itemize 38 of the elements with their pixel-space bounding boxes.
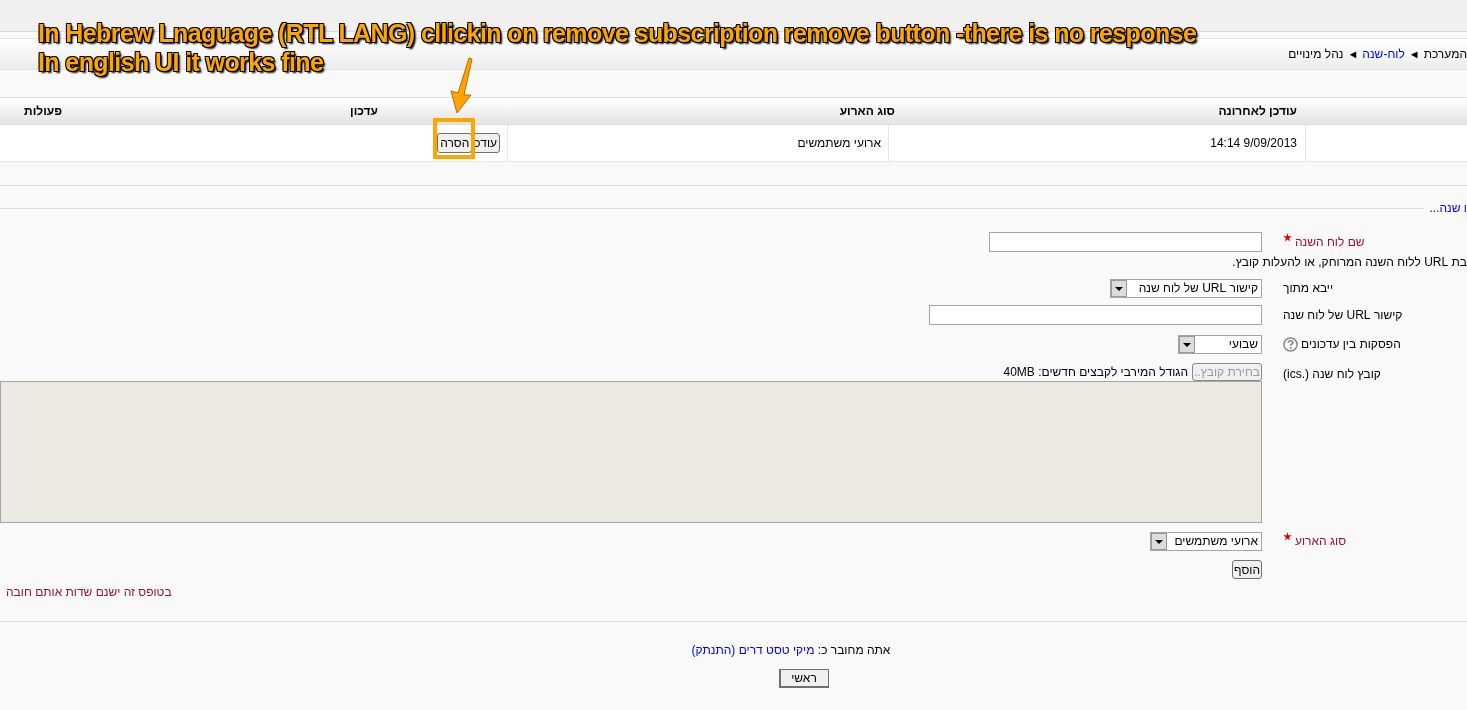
breadcrumb-link[interactable]: לוח-שנה — [1362, 45, 1405, 63]
home-button[interactable]: ראשי — [778, 669, 829, 688]
help-icon[interactable] — [1283, 336, 1298, 352]
date-text: 14:14 9/09/2013 — [1210, 135, 1297, 152]
column-header: פעולות — [24, 104, 62, 118]
breadcrumb-text: המערכת — [1423, 46, 1467, 63]
breadcrumb-separator: ◄ — [1408, 46, 1420, 62]
annotation-text: In Hebrew Lnaguage (RTL LANG) cllickin on remove subscription remove button -there is no response — [38, 19, 1197, 48]
text-field[interactable] — [989, 232, 1262, 252]
add-button[interactable]: הוסף — [1232, 560, 1262, 579]
field-label: קובץ לוח שנה (.ics) — [1283, 366, 1381, 383]
field-label: קישור URL של לוח שנה — [1283, 307, 1403, 324]
dropdown[interactable]: ארועי משתמשים — [1150, 531, 1262, 551]
highlight-box — [433, 118, 475, 159]
logout-link[interactable]: (התנתק) — [691, 643, 736, 657]
user-link[interactable]: מיקי טסט דרים — [738, 643, 815, 657]
required-star-icon — [1283, 532, 1292, 541]
required-fields-note: בטופס זה ישנם שדות אותם חובה — [6, 584, 172, 601]
column-header: עודכן לאחרונה — [1218, 104, 1297, 118]
section-link[interactable]: ו שנה... — [1423, 202, 1467, 214]
field-label: שם לוח השנה — [1283, 233, 1365, 251]
field-label: סוג הארוע — [1283, 532, 1347, 550]
event-type-text: ארועי משתמשים — [797, 135, 881, 152]
field-label: ייבא מתוך — [1283, 280, 1334, 297]
login-info: אתה מחובר כ: מיקי טסט דרים (התנתק) — [691, 642, 891, 659]
file-size-note: הגודל המירבי לקבצים חדשים: 40MB — [1003, 363, 1189, 381]
required-star-icon — [1283, 233, 1292, 242]
description-text: בת URL ללוח השנה המרוחק, או להעלות קובץ. — [1232, 254, 1467, 271]
breadcrumb-separator: ◄ — [1347, 46, 1359, 62]
field-label: הפסקות בין עדכונים — [1283, 335, 1401, 353]
annotation-text: In english UI it works fine — [38, 48, 324, 77]
text-field[interactable] — [929, 305, 1262, 325]
table-button[interactable]: הסרה — [437, 133, 473, 153]
dropdown[interactable]: קישור URL של לוח שנה — [1110, 278, 1262, 298]
dropdown[interactable]: שבועי — [1178, 334, 1262, 354]
breadcrumb-text: נהל מינויים — [1288, 46, 1344, 63]
column-header: עדכון — [350, 104, 378, 118]
column-header: סוג הארוע — [839, 104, 895, 118]
